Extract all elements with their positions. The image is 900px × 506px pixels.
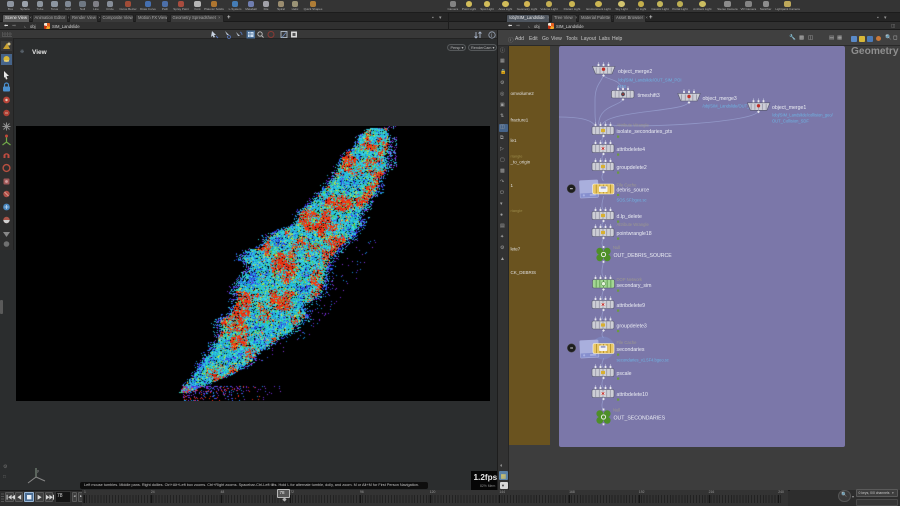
svg-text:object_merge1: object_merge1 — [772, 105, 806, 111]
svg-text:timeshift3: timeshift3 — [638, 93, 660, 99]
svg-text:lete7: lete7 — [511, 247, 521, 252]
svg-text:d.lp_delete: d.lp_delete — [617, 214, 642, 220]
svg-text:_to_origin: _to_origin — [510, 160, 531, 165]
svg-text:y: y — [37, 468, 39, 473]
svg-text:/obj/SIM_Landslide/OUT_SIM_POI: /obj/SIM_Landslide/OUT_SIM_POI — [618, 78, 681, 83]
svg-text:Null: Null — [613, 245, 620, 250]
svg-text:omvolume2: omvolume2 — [511, 91, 535, 96]
svg-text:riangle: riangle — [511, 154, 524, 159]
svg-text:Attribute Wrangle: Attribute Wrangle — [617, 222, 650, 227]
svg-text:object_merge3: object_merge3 — [703, 96, 737, 102]
svg-text:i: i — [491, 33, 492, 39]
svg-text:le1: le1 — [511, 138, 518, 143]
svg-text:debris_source: debris_source — [617, 188, 650, 194]
svg-text:secondary_sim: secondary_sim — [617, 283, 652, 289]
svg-text:fracture1: fracture1 — [511, 118, 529, 123]
svg-text:attribdelete4: attribdelete4 — [617, 147, 646, 153]
svg-text:SOS.SF.bgeo.sc: SOS.SF.bgeo.sc — [617, 198, 647, 203]
svg-text:/obj/SIM_Landslide/collision_g: /obj/SIM_Landslide/collision_geo/ — [772, 113, 834, 118]
svg-text:CK_DEBRIS: CK_DEBRIS — [511, 270, 537, 275]
svg-text:attribdelete10: attribdelete10 — [617, 392, 649, 398]
svg-text:secondaries: secondaries — [617, 347, 645, 353]
svg-text:DOP Network: DOP Network — [617, 277, 643, 282]
svg-text:pointwrangle18: pointwrangle18 — [617, 231, 652, 237]
svg-text:OUT_DEBRIS_SOURCE: OUT_DEBRIS_SOURCE — [614, 253, 673, 259]
svg-text:isolate_secondaries_pts: isolate_secondaries_pts — [617, 129, 673, 135]
svg-text:pscale: pscale — [617, 371, 632, 377]
svg-text:Attribute Wrangle: Attribute Wrangle — [617, 123, 650, 128]
svg-text:riangle: riangle — [511, 208, 524, 213]
svg-text:OUT_Collision_SDF: OUT_Collision_SDF — [772, 119, 809, 124]
svg-text:secondaries_v1.5F4.bgeo.sc: secondaries_v1.5F4.bgeo.sc — [617, 358, 669, 363]
svg-text:OUT_SECONDARIES: OUT_SECONDARIES — [614, 416, 666, 422]
svg-text:groupdelete3: groupdelete3 — [617, 324, 647, 330]
svg-text:attribdelete9: attribdelete9 — [617, 303, 646, 309]
svg-text:object_merge2: object_merge2 — [618, 69, 652, 75]
svg-text:groupdelete2: groupdelete2 — [617, 165, 647, 171]
svg-text:File Cache: File Cache — [617, 340, 638, 345]
svg-text:Null: Null — [613, 408, 620, 413]
